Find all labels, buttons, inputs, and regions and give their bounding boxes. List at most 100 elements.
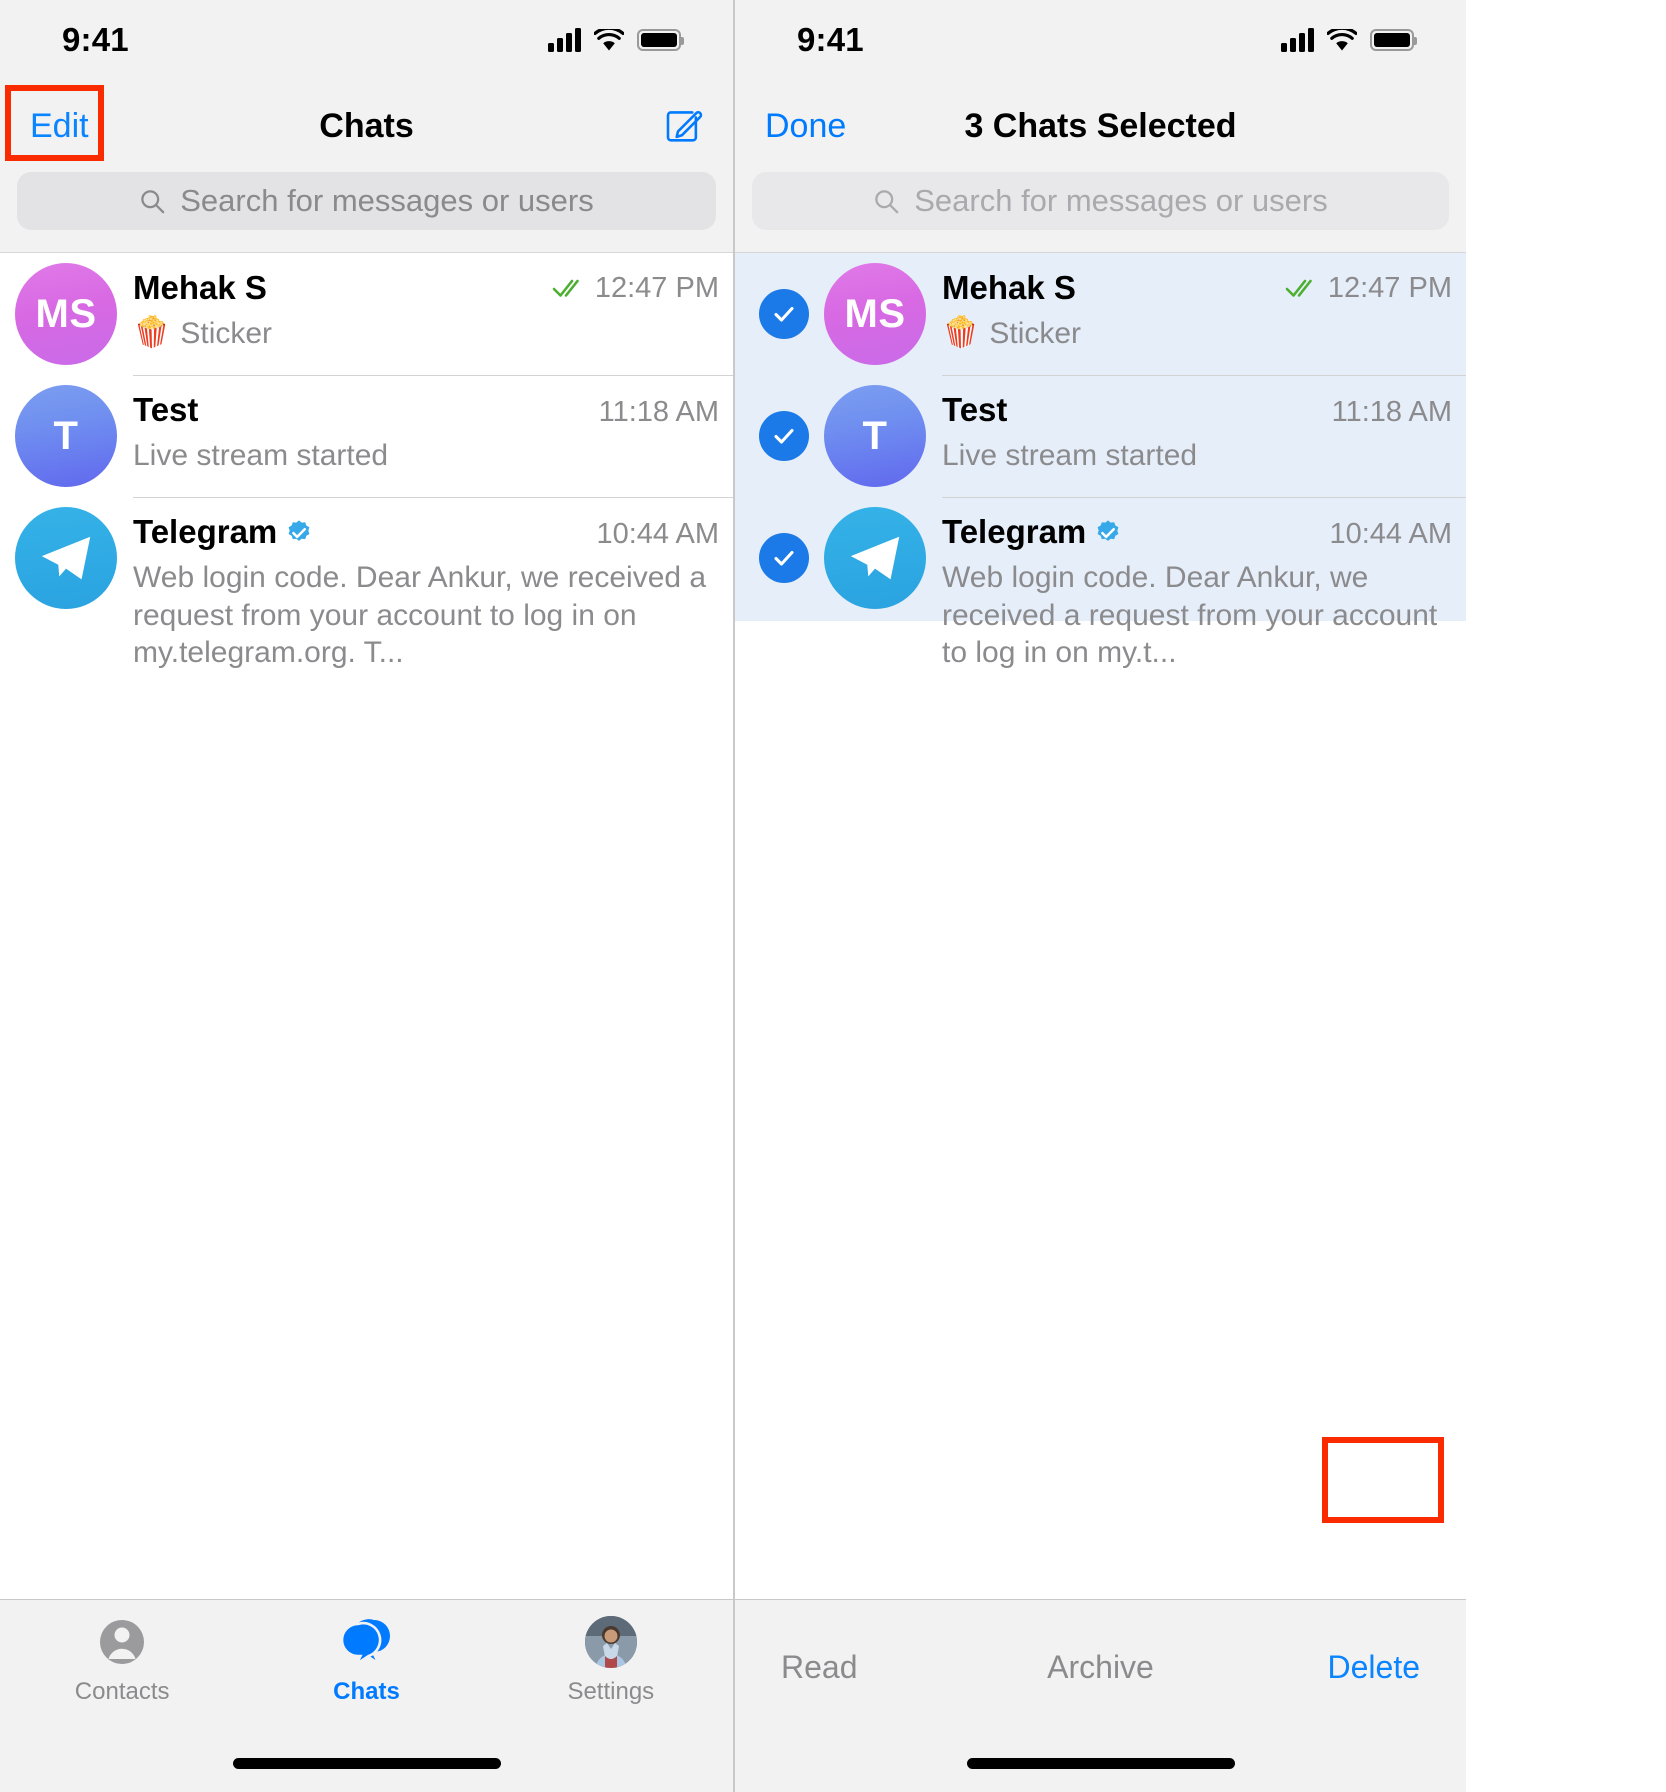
- checkmark-icon: [774, 428, 794, 444]
- home-indicator[interactable]: [232, 1757, 501, 1769]
- chat-row-meta: 10:44 AM: [596, 518, 719, 551]
- telegram-logo-icon: [850, 536, 900, 580]
- chat-timestamp: 11:18 AM: [598, 396, 719, 428]
- search-input[interactable]: Search for messages or users: [752, 172, 1449, 230]
- chat-timestamp: 12:47 PM: [594, 271, 719, 304]
- status-time: 9:41: [62, 21, 129, 58]
- tab-chats[interactable]: Chats: [244, 1614, 488, 1706]
- chat-preview-text: Sticker: [180, 317, 273, 350]
- chat-preview-text: Live stream started: [942, 439, 1198, 472]
- cellular-signal-icon: [548, 28, 581, 52]
- selection-checkbox[interactable]: [759, 289, 809, 339]
- navigation-bar: Done 3 Chats Selected: [735, 80, 1466, 172]
- chat-row-body: Mehak S 12:47 PM 🍿 Sticker: [942, 253, 1466, 353]
- chats-bubbles-icon: [338, 1614, 394, 1670]
- chat-name: Telegram: [942, 513, 1087, 550]
- chat-timestamp: 11:18 AM: [1331, 396, 1452, 428]
- chat-preview: 🍿 Sticker: [133, 315, 719, 353]
- avatar: [15, 507, 117, 609]
- avatar: MS: [15, 263, 117, 365]
- selection-checkbox[interactable]: [759, 533, 809, 583]
- search-icon: [141, 189, 165, 213]
- read-button[interactable]: Read: [781, 1649, 994, 1686]
- chat-name: Mehak S: [133, 269, 267, 306]
- avatar: [824, 507, 926, 609]
- edit-button[interactable]: Edit: [30, 107, 89, 146]
- bottom-tab-bar: Contacts Chats Settings: [0, 1599, 733, 1734]
- chat-name: Test: [942, 391, 1008, 428]
- read-receipt-double-check-icon: [1285, 279, 1312, 297]
- chat-row-body: Test 11:18 AM Live stream started: [133, 375, 733, 475]
- telegram-logo-icon: [41, 536, 91, 580]
- empty-list-area: [0, 621, 733, 1599]
- chat-list-item[interactable]: MS Mehak S 12:47 PM 🍿 Sticker: [0, 253, 733, 375]
- contacts-person-icon: [97, 1614, 147, 1670]
- home-indicator[interactable]: [966, 1757, 1235, 1769]
- selection-action-bar: Read Archive Delete: [735, 1599, 1466, 1734]
- settings-avatar-photo: [584, 1614, 637, 1670]
- tab-label-settings: Settings: [567, 1678, 655, 1705]
- chat-row-body: Telegram 10:44 AM Web login code. Dear A…: [942, 497, 1466, 672]
- tab-settings[interactable]: Settings: [489, 1614, 733, 1706]
- tab-label-chats: Chats: [333, 1678, 400, 1705]
- status-indicators: [548, 28, 684, 52]
- chat-list-item[interactable]: Telegram 10:44 AM Web login code. Dear A…: [735, 497, 1466, 669]
- chat-row-meta: 12:47 PM: [552, 272, 719, 305]
- search-input[interactable]: Search for messages or users: [17, 172, 716, 230]
- chat-row-meta: 10:44 AM: [1329, 518, 1452, 551]
- popcorn-icon: 🍿: [133, 316, 171, 349]
- done-button[interactable]: Done: [765, 107, 846, 146]
- search-placeholder: Search for messages or users: [180, 183, 594, 218]
- wifi-icon: [1327, 28, 1357, 50]
- status-indicators: [1281, 28, 1417, 52]
- chat-preview-text: Web login code. Dear Ankur, we received …: [942, 561, 1438, 669]
- delete-button[interactable]: Delete: [1207, 1649, 1421, 1686]
- empty-list-area: [735, 621, 1466, 1599]
- chat-row-body: Telegram 10:44 AM Web login code. Dear A…: [133, 497, 733, 672]
- wifi-icon: [594, 28, 624, 50]
- avatar-initials: MS: [35, 291, 97, 336]
- chat-list-item[interactable]: T Test 11:18 AM Live stream started: [735, 375, 1466, 497]
- chat-preview-text: Live stream started: [133, 439, 389, 472]
- chat-list-item[interactable]: T Test 11:18 AM Live stream started: [0, 375, 733, 497]
- selection-checkbox[interactable]: [759, 411, 809, 461]
- chat-list-item[interactable]: Telegram 10:44 AM Web login code. Dear A…: [0, 497, 733, 669]
- chat-preview-text: Sticker: [989, 317, 1082, 350]
- chat-preview: Web login code. Dear Ankur, we received …: [942, 559, 1452, 672]
- chat-preview: Web login code. Dear Ankur, we received …: [133, 559, 719, 672]
- avatar-initials: MS: [844, 291, 906, 336]
- chat-list: MS Mehak S 12:47 PM 🍿 Sticker T Test 11:…: [0, 253, 733, 669]
- avatar-initials: T: [53, 413, 79, 458]
- avatar-initials: T: [862, 413, 888, 458]
- verified-badge-icon: [288, 520, 310, 541]
- chat-list-item[interactable]: MS Mehak S 12:47 PM 🍿 Sticker: [735, 253, 1466, 375]
- checkmark-icon: [774, 550, 794, 566]
- search-placeholder: Search for messages or users: [914, 183, 1328, 218]
- avatar: T: [824, 385, 926, 487]
- avatar: MS: [824, 263, 926, 365]
- popcorn-icon: 🍿: [942, 316, 980, 349]
- chat-row-meta: 11:18 AM: [1332, 396, 1452, 429]
- status-bar: 9:41: [735, 0, 1466, 80]
- cellular-signal-icon: [1281, 28, 1314, 52]
- chat-row-body: Test 11:18 AM Live stream started: [942, 375, 1466, 475]
- chat-preview: Live stream started: [942, 437, 1452, 475]
- chat-timestamp: 12:47 PM: [1327, 271, 1452, 304]
- chat-preview: Live stream started: [133, 437, 719, 475]
- search-container: Search for messages or users: [0, 172, 733, 252]
- chat-name: Telegram: [133, 513, 278, 550]
- navigation-bar: Edit Chats: [0, 80, 733, 172]
- chat-name: Test: [133, 391, 199, 428]
- home-indicator-area: [735, 1734, 1466, 1792]
- chat-preview-text: Web login code. Dear Ankur, we received …: [133, 561, 707, 669]
- archive-button[interactable]: Archive: [994, 1649, 1207, 1686]
- checkmark-icon: [774, 306, 794, 322]
- dual-screenshot-comparison: 9:41 Edit Chats Search for messages or u…: [0, 0, 1666, 1792]
- tab-contacts[interactable]: Contacts: [0, 1614, 244, 1706]
- chat-list: MS Mehak S 12:47 PM 🍿 Sticker T Test 11:…: [735, 253, 1466, 669]
- status-time: 9:41: [797, 21, 864, 58]
- chat-row-body: Mehak S 12:47 PM 🍿 Sticker: [133, 253, 733, 353]
- status-bar: 9:41: [0, 0, 733, 80]
- page-title: Chats: [319, 106, 414, 145]
- search-container: Search for messages or users: [735, 172, 1466, 252]
